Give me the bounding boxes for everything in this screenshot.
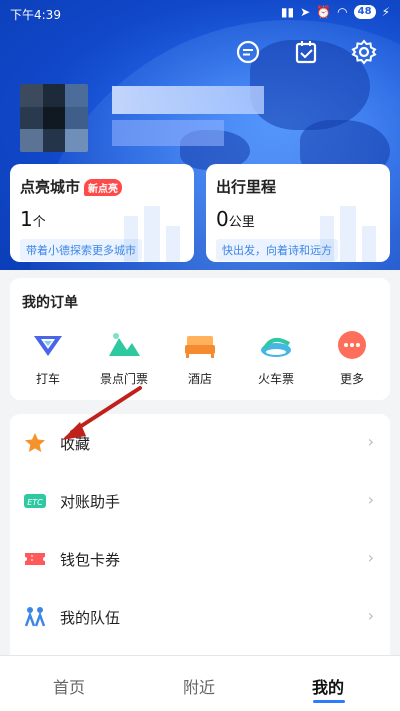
order-hotel[interactable]: 酒店 [168,330,232,387]
user-info-blurred [112,120,224,146]
menu-item-wallet[interactable]: 钱包卡券 › [10,530,390,588]
scenic-ticket-icon [109,333,140,356]
location-icon: ➤ [300,5,311,19]
star-icon [25,433,45,452]
active-tab-indicator [313,700,345,703]
order-train-ticket[interactable]: 火车票 [244,330,308,387]
city-skyline-decoration [320,206,380,262]
lit-cities-card[interactable]: 点亮城市 新点亮 1个 带着小德探索更多城市 [10,164,194,262]
order-taxi[interactable]: 打车 [16,330,80,387]
wallet-icon [25,553,45,565]
checkin-icon[interactable] [292,38,320,66]
status-time: 下午4:39 [10,8,61,22]
tab-mine[interactable]: 我的 [312,674,344,698]
orders-title: 我的订单 [22,295,78,311]
etc-icon: ETC [24,494,46,508]
battery-indicator: 48 [353,5,376,19]
alarm-icon: ⏰ [316,5,332,19]
message-icon[interactable] [234,38,262,66]
chevron-right-icon: › [367,606,374,625]
menu-item-label: 钱包卡券 [60,551,121,569]
menu-item-reconciliation[interactable]: ETC 对账助手 › [10,472,390,530]
menu-item-team[interactable]: 我的队伍 › [10,588,390,646]
svg-text:ETC: ETC [27,498,43,507]
bottom-tab-bar: 首页 附近 我的 [0,655,400,711]
stat-title: 点亮城市 新点亮 [20,176,184,197]
travel-mileage-card[interactable]: 出行里程 0公里 快出发，向着诗和远方 [206,164,390,262]
taxi-icon [34,336,62,356]
tab-nearby[interactable]: 附近 [183,674,215,698]
my-orders-card: 我的订单 打车 景点门票 酒店 火车票 更多 [10,278,390,400]
charging-icon: ⚡ [381,5,390,19]
stat-title: 出行里程 [216,178,277,196]
chevron-right-icon: › [367,490,374,509]
hotel-icon [185,336,215,358]
menu-list: 收藏 › ETC 对账助手 › 钱包卡券 › 我的队伍 › [10,414,390,664]
menu-item-label: 对账助手 [60,493,121,511]
user-avatar[interactable] [20,84,88,152]
wifi-icon: ◠ [337,5,348,19]
menu-item-favorites[interactable]: 收藏 › [10,414,390,472]
train-ticket-icon [261,337,291,357]
new-badge: 新点亮 [84,179,123,196]
signal-icon: ▮▮ [280,5,295,19]
menu-item-label: 收藏 [60,435,91,453]
chevron-right-icon: › [367,432,374,451]
menu-item-label: 我的队伍 [60,609,121,627]
username-blurred[interactable] [112,86,264,114]
settings-icon[interactable] [350,38,378,66]
order-more[interactable]: 更多 [320,330,384,387]
city-skyline-decoration [124,206,184,262]
chevron-right-icon: › [367,548,374,567]
status-bar: 下午4:39 ▮▮ ➤ ⏰ ◠ 48 ⚡ [0,0,400,28]
header-actions [234,38,378,66]
more-icon [338,331,366,359]
team-icon [24,607,46,627]
order-scenic-ticket[interactable]: 景点门票 [92,330,156,387]
tab-home[interactable]: 首页 [53,674,85,698]
